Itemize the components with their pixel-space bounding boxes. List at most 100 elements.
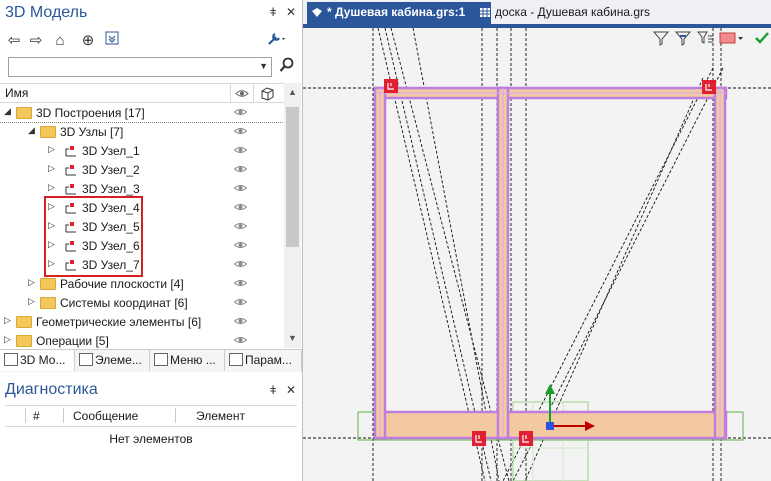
model-toolbar: ⇦ ⇨ ⌂ ⊕ <box>0 28 302 54</box>
model-tab-icon <box>4 353 18 366</box>
search-icon[interactable] <box>276 57 298 77</box>
diag-col-message: Сообщение <box>73 409 139 423</box>
tree-item[interactable]: ▷ Системы координат [6] <box>0 293 284 312</box>
tree-item-label: Системы координат [6] <box>60 296 188 310</box>
tree-item[interactable]: ◢ 3D Узлы [7] <box>0 122 284 141</box>
tree-item-label: 3D Узел_3 <box>82 182 140 196</box>
tab-document-board[interactable]: доска - Душевая кабина.grs <box>475 2 695 24</box>
panel-tabs: 3D Мо... Элеме... Меню ... Парам... <box>0 349 302 372</box>
parameters-tab-icon <box>229 353 243 366</box>
scroll-down-icon[interactable]: ▼ <box>288 333 297 343</box>
tree-item-label: Геометрические элементы [6] <box>36 315 202 329</box>
tab-model[interactable]: 3D Мо... <box>0 350 75 371</box>
diagnostics-empty-text: Нет элементов <box>109 432 193 446</box>
diag-close-icon[interactable]: ✕ <box>286 383 296 397</box>
visibility-eye-icon[interactable] <box>234 336 247 344</box>
expand-icon[interactable]: ▷ <box>28 277 35 288</box>
expand-icon[interactable]: ▷ <box>48 182 55 193</box>
tree-scrollbar[interactable]: ▲ ▼ <box>284 83 301 348</box>
visibility-eye-icon[interactable] <box>234 298 247 306</box>
filter-down-icon[interactable] <box>102 31 122 51</box>
cube-icon[interactable] <box>260 86 275 101</box>
visibility-eye-icon[interactable] <box>234 146 247 154</box>
folder-icon <box>40 126 56 138</box>
tree-item-label: 3D Узлы [7] <box>60 125 124 139</box>
tree-item[interactable]: ▷ 3D Узел_2 <box>0 160 284 179</box>
diag-pin-icon[interactable]: ǂ <box>270 383 277 397</box>
tree-item-label: 3D Построения [17] <box>36 106 145 120</box>
visibility-eye-icon[interactable] <box>234 241 247 249</box>
visibility-eye-icon[interactable] <box>234 279 247 287</box>
tree-item-label: Операции [5] <box>36 334 109 348</box>
diag-col-element: Элемент <box>196 409 245 423</box>
visibility-eye-icon[interactable] <box>234 108 247 116</box>
chevron-down-icon[interactable]: ▼ <box>259 61 268 71</box>
arrow-right-icon[interactable]: ⇨ <box>26 31 46 51</box>
highlight-box <box>44 196 143 277</box>
visibility-eye-icon[interactable] <box>234 317 247 325</box>
tree-item[interactable]: ◢ 3D Построения [17] <box>0 103 284 123</box>
filter-list-icon[interactable] <box>674 30 692 49</box>
view-toolbar <box>621 30 771 50</box>
close-icon[interactable]: ✕ <box>286 5 296 19</box>
document-tabs: * Душевая кабина.grs:1 доска - Душевая к… <box>303 0 771 24</box>
color-filter-icon[interactable] <box>719 30 745 49</box>
folder-icon <box>16 107 32 119</box>
expand-icon[interactable]: ▷ <box>4 315 11 326</box>
visibility-eye-icon[interactable] <box>234 203 247 211</box>
model-panel: 3D Модель ǂ ✕ ⇦ ⇨ ⌂ ⊕ ▼ Имя ◢ 3D Построен… <box>0 0 303 481</box>
expand-icon[interactable]: ▷ <box>4 334 11 345</box>
tab-elements[interactable]: Элеме... <box>75 350 150 371</box>
scroll-up-icon[interactable]: ▲ <box>288 87 297 97</box>
node-icon <box>65 146 76 157</box>
tree-column-header: Имя <box>0 83 284 103</box>
folder-icon <box>16 316 32 328</box>
eye-icon[interactable] <box>235 89 249 98</box>
folder-icon <box>16 335 32 347</box>
folder-icon <box>40 297 56 309</box>
tree-item-label: 3D Узел_1 <box>82 144 140 158</box>
home-icon[interactable]: ⌂ <box>50 31 70 51</box>
visibility-eye-icon[interactable] <box>234 165 247 173</box>
tree-item[interactable]: ▷ Геометрические элементы [6] <box>0 312 284 331</box>
tree-item[interactable]: ▷ Операции [5] <box>0 331 284 349</box>
collapse-icon[interactable]: ◢ <box>28 125 35 136</box>
filter-items-icon[interactable] <box>696 30 713 49</box>
node-icon <box>65 184 76 195</box>
tree-item-label: 3D Узел_2 <box>82 163 140 177</box>
3d-model-icon <box>312 8 322 17</box>
drawing-area: * Душевая кабина.grs:1 доска - Душевая к… <box>303 0 771 481</box>
node-icon <box>65 165 76 176</box>
expand-icon[interactable]: ▷ <box>28 296 35 307</box>
tree-item[interactable]: ▷ 3D Узел_1 <box>0 141 284 160</box>
model-panel-title: 3D Модель <box>5 4 88 21</box>
search-input[interactable]: ▼ <box>8 57 272 77</box>
visibility-eye-icon[interactable] <box>234 260 247 268</box>
grid-icon <box>479 7 491 18</box>
drawing-canvas[interactable] <box>303 28 771 481</box>
pin-icon[interactable]: ǂ <box>270 5 277 19</box>
tab-document-active[interactable]: * Душевая кабина.grs:1 <box>307 2 491 24</box>
expand-icon[interactable]: ▷ <box>48 163 55 174</box>
tree-item-label: Рабочие плоскости [4] <box>60 277 184 291</box>
collapse-icon[interactable]: ◢ <box>4 106 11 117</box>
wrench-icon[interactable] <box>266 31 286 51</box>
scrollbar-thumb[interactable] <box>286 107 299 247</box>
menu-tab-icon <box>154 353 168 366</box>
expand-icon[interactable]: ▷ <box>48 144 55 155</box>
diagnostics-title: Диагностика <box>5 381 98 398</box>
model-panel-header: 3D Модель ǂ ✕ <box>0 0 302 26</box>
confirm-icon[interactable] <box>755 30 769 49</box>
arrow-left-icon[interactable]: ⇦ <box>4 31 24 51</box>
tab-menu[interactable]: Меню ... <box>150 350 225 371</box>
elements-tab-icon <box>79 353 93 366</box>
visibility-eye-icon[interactable] <box>234 127 247 135</box>
target-icon[interactable]: ⊕ <box>78 31 98 51</box>
filter-icon[interactable] <box>652 30 670 49</box>
folder-icon <box>40 278 56 290</box>
visibility-eye-icon[interactable] <box>234 222 247 230</box>
column-name-label: Имя <box>5 86 29 100</box>
tab-parameters[interactable]: Парам... <box>225 350 302 371</box>
diagnostics-table-header: # Сообщение Элемент <box>5 405 297 427</box>
visibility-eye-icon[interactable] <box>234 184 247 192</box>
